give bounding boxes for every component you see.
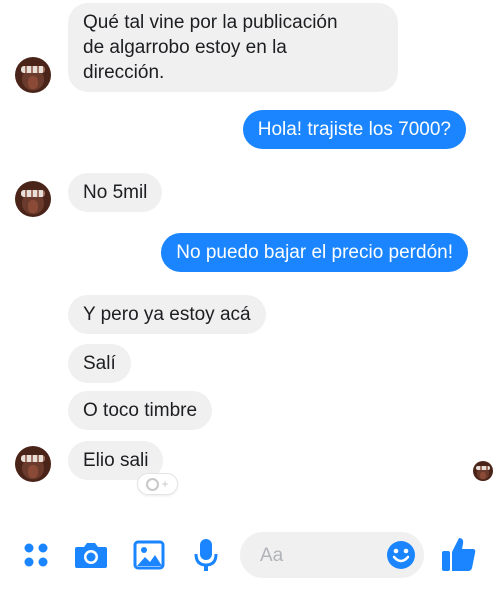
emoji-icon[interactable] (386, 540, 416, 570)
message-bubble-incoming[interactable]: Qué tal vine por la publicación de algar… (68, 3, 398, 92)
message-input-field[interactable] (240, 532, 424, 580)
message-bubble-incoming[interactable]: Y pero ya estoy acá (68, 295, 266, 334)
seen-receipt-avatar (473, 461, 493, 481)
add-reaction-button[interactable]: + (137, 473, 178, 495)
message-bubble-outgoing[interactable]: No puedo bajar el precio perdón! (161, 233, 468, 272)
contact-avatar[interactable] (15, 446, 51, 482)
message-bubble-outgoing[interactable]: Hola! trajiste los 7000? (242, 110, 466, 149)
contact-avatar[interactable] (15, 181, 51, 217)
microphone-icon[interactable] (193, 537, 219, 573)
thumbs-up-icon[interactable] (441, 535, 477, 573)
image-icon[interactable] (133, 540, 165, 570)
message-input[interactable] (258, 532, 382, 580)
message-bubble-incoming[interactable]: O toco timbre (68, 391, 213, 430)
apps-icon[interactable] (23, 542, 49, 568)
smiley-icon (146, 477, 160, 491)
add-reaction-label: + (161, 477, 169, 491)
contact-avatar[interactable] (15, 57, 51, 93)
message-bubble-incoming[interactable]: Salí (68, 344, 131, 383)
message-bubble-incoming[interactable]: No 5mil (68, 173, 163, 212)
camera-icon[interactable] (74, 540, 108, 570)
